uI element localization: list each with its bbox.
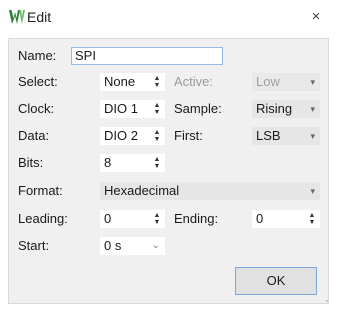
- select-value: None: [104, 74, 136, 89]
- sample-value: Rising: [256, 101, 293, 116]
- active-label: Active:: [174, 74, 214, 89]
- ending-label: Ending:: [174, 211, 219, 226]
- chevron-down-icon: ▾: [310, 77, 315, 87]
- ending-spin-buttons[interactable]: ▲ ▼: [307, 212, 317, 226]
- bits-spinbox[interactable]: 8 ▲ ▼: [100, 154, 165, 172]
- chevron-down-icon: ▾: [310, 186, 315, 196]
- clock-spin-buttons[interactable]: ▲ ▼: [152, 102, 162, 116]
- spin-down-icon[interactable]: ▼: [152, 82, 162, 89]
- bits-label: Bits:: [18, 155, 44, 170]
- chevron-down-icon: ▾: [310, 104, 315, 114]
- select-label: Select:: [18, 74, 58, 89]
- data-value: DIO 2: [104, 128, 138, 143]
- bits-value: 8: [104, 155, 112, 170]
- active-dropdown[interactable]: Low ▾: [252, 73, 320, 91]
- chevron-down-icon: ⌄: [151, 240, 160, 251]
- format-label: Format:: [18, 183, 63, 198]
- start-combobox[interactable]: 0 s ⌄: [100, 237, 165, 255]
- spin-up-icon[interactable]: ▲: [152, 212, 162, 219]
- first-label: First:: [174, 128, 203, 143]
- select-spinbox[interactable]: None ▲ ▼: [100, 73, 165, 91]
- sample-label: Sample:: [174, 101, 222, 116]
- spin-up-icon[interactable]: ▲: [307, 212, 317, 219]
- w-logo-icon: [9, 10, 25, 24]
- spin-up-icon[interactable]: ▲: [152, 102, 162, 109]
- start-value: 0 s: [104, 238, 122, 253]
- active-value: Low: [256, 74, 280, 89]
- spin-down-icon[interactable]: ▼: [152, 163, 162, 170]
- ending-value: 0: [256, 211, 264, 226]
- chevron-down-icon: ▾: [310, 131, 315, 141]
- spin-down-icon[interactable]: ▼: [152, 109, 162, 116]
- close-button[interactable]: ×: [305, 6, 327, 28]
- bits-spin-buttons[interactable]: ▲ ▼: [152, 156, 162, 170]
- spin-down-icon[interactable]: ▼: [152, 136, 162, 143]
- data-spinbox[interactable]: DIO 2 ▲ ▼: [100, 127, 165, 145]
- clock-spinbox[interactable]: DIO 1 ▲ ▼: [100, 100, 165, 118]
- spin-up-icon[interactable]: ▲: [152, 75, 162, 82]
- sample-dropdown[interactable]: Rising ▾: [252, 100, 320, 118]
- ok-button[interactable]: OK: [235, 267, 317, 295]
- clock-label: Clock:: [18, 101, 55, 116]
- start-label: Start:: [18, 238, 50, 253]
- edit-dialog: Edit × Name: SPI Select: None ▲ ▼ Active…: [0, 0, 337, 316]
- format-dropdown[interactable]: Hexadecimal ▾: [100, 182, 320, 200]
- first-dropdown[interactable]: LSB ▾: [252, 127, 320, 145]
- spin-up-icon[interactable]: ▲: [152, 156, 162, 163]
- leading-spin-buttons[interactable]: ▲ ▼: [152, 212, 162, 226]
- spin-up-icon[interactable]: ▲: [152, 129, 162, 136]
- format-value: Hexadecimal: [104, 183, 180, 198]
- resize-grip-icon[interactable]: [321, 295, 329, 303]
- spin-down-icon[interactable]: ▼: [307, 219, 317, 226]
- dialog-body: Name: SPI Select: None ▲ ▼ Active: Low ▾…: [8, 38, 329, 304]
- leading-label: Leading:: [18, 211, 68, 226]
- leading-spinbox[interactable]: 0 ▲ ▼: [100, 210, 165, 228]
- select-spin-buttons[interactable]: ▲ ▼: [152, 75, 162, 89]
- clock-value: DIO 1: [104, 101, 138, 116]
- leading-value: 0: [104, 211, 112, 226]
- first-value: LSB: [256, 128, 281, 143]
- ending-spinbox[interactable]: 0 ▲ ▼: [252, 210, 320, 228]
- data-label: Data:: [18, 128, 50, 143]
- data-spin-buttons[interactable]: ▲ ▼: [152, 129, 162, 143]
- name-input[interactable]: SPI: [71, 47, 223, 65]
- spin-down-icon[interactable]: ▼: [152, 219, 162, 226]
- dialog-title: Edit: [27, 9, 52, 25]
- name-label: Name:: [18, 48, 57, 63]
- title-bar: Edit ×: [0, 0, 337, 36]
